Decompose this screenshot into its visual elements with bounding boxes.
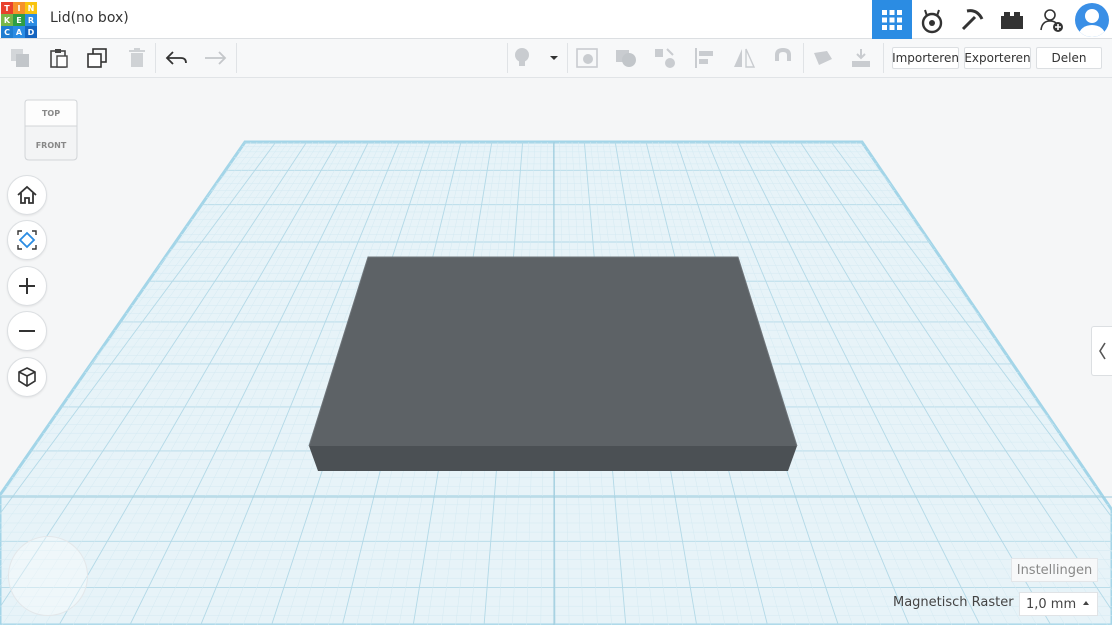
align-icon[interactable] (693, 46, 717, 70)
import-button[interactable]: Importeren (892, 47, 959, 69)
logo-letter: D (25, 26, 37, 38)
perspective-button[interactable] (7, 357, 47, 397)
dropdown-icon[interactable] (542, 46, 566, 70)
perspective-icon (18, 367, 36, 387)
toolbar-separator (236, 43, 237, 73)
zoom-in-button[interactable] (7, 266, 47, 306)
magnet-icon[interactable] (771, 46, 795, 70)
ungroup-icon[interactable] (653, 46, 677, 70)
minecraft-pickaxe-icon[interactable] (952, 0, 992, 39)
snap-grid-select[interactable]: 1,0 mm (1019, 592, 1098, 616)
toolbar-separator (507, 43, 508, 73)
export-button[interactable]: Exporteren (964, 47, 1031, 69)
document-title[interactable]: Lid(no box) (50, 10, 129, 26)
note-icon[interactable] (811, 46, 835, 70)
logo-letter: K (1, 14, 13, 26)
logo-letter: R (25, 14, 37, 26)
toolbar-separator (567, 43, 568, 73)
paste-icon[interactable] (47, 46, 71, 70)
duplicate-icon[interactable] (85, 46, 109, 70)
zoom-out-button[interactable] (7, 311, 47, 351)
light-bulb-icon[interactable] (510, 46, 534, 70)
logo-letter: E (13, 14, 25, 26)
header-icon-group (872, 0, 1112, 39)
toolbar-separator (803, 43, 804, 73)
user-avatar[interactable] (1072, 0, 1112, 39)
viewcube-top-label: TOP (42, 109, 60, 118)
top-header: TINKERCAD Lid(no box) (0, 0, 1112, 39)
edit-toolbar: Importeren Exporteren Delen (0, 39, 1112, 78)
home-view-icon (17, 185, 37, 204)
grid-view-icon[interactable] (872, 0, 912, 39)
chevron-left-icon (1099, 342, 1106, 360)
zoom-in-icon (19, 278, 35, 294)
drop-icon[interactable] (849, 46, 873, 70)
logo-letter: N (25, 2, 37, 14)
fit-view-icon (17, 230, 37, 250)
home-view-button[interactable] (7, 175, 47, 215)
fit-view-button[interactable] (7, 220, 47, 260)
zoom-out-icon (19, 330, 35, 332)
snap-grid-value: 1,0 mm (1026, 596, 1077, 612)
share-button[interactable]: Delen (1036, 47, 1102, 69)
view-cube[interactable]: TOP FRONT (24, 98, 78, 162)
toolbar-separator (883, 43, 884, 73)
group-icon[interactable] (614, 46, 638, 70)
add-user-icon[interactable] (1032, 0, 1072, 39)
workplane-icon[interactable] (575, 46, 599, 70)
redo-icon[interactable] (203, 46, 227, 70)
tinkercad-logo[interactable]: TINKERCAD (1, 2, 37, 38)
workplane-viewport[interactable] (0, 78, 1112, 625)
settings-button[interactable]: Instellingen (1011, 558, 1098, 582)
logo-letter: A (13, 26, 25, 38)
viewcube-front-label: FRONT (36, 141, 67, 150)
snap-grid-label: Magnetisch Raster (893, 595, 1014, 610)
logo-letter: I (13, 2, 25, 14)
delete-icon[interactable] (125, 46, 149, 70)
undo-icon[interactable] (165, 46, 189, 70)
mirror-icon[interactable] (732, 46, 756, 70)
avatar-icon (1075, 2, 1109, 37)
copy-icon[interactable] (8, 46, 32, 70)
circuits-icon[interactable] (912, 0, 952, 39)
chevron-up-icon (1083, 601, 1089, 605)
logo-letter: T (1, 2, 13, 14)
lego-brick-icon[interactable] (992, 0, 1032, 39)
logo-letter: C (1, 26, 13, 38)
shapes-panel-toggle[interactable] (1091, 326, 1112, 376)
toolbar-separator (155, 43, 156, 73)
lid-shape[interactable] (308, 256, 798, 471)
orbit-control[interactable] (8, 536, 88, 616)
